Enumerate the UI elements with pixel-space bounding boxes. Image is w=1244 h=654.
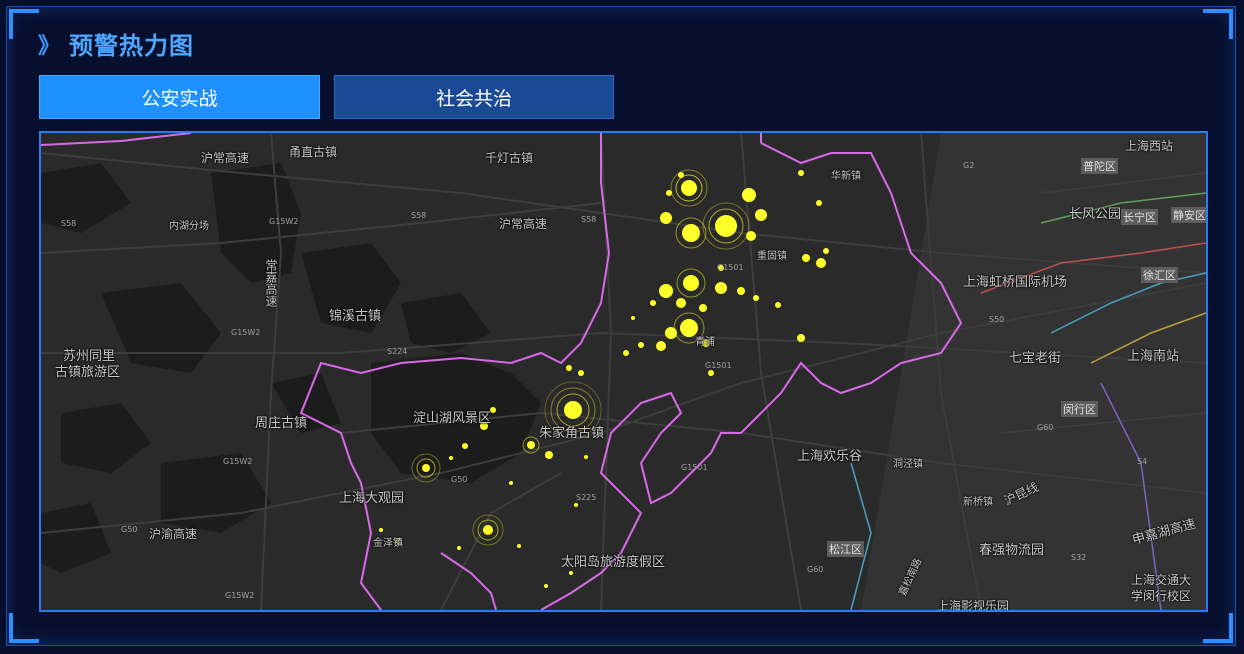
road-shield: G50 [121, 525, 138, 534]
map-label: 新桥镇 [963, 497, 993, 508]
map-label: 七宝老街 [1009, 351, 1062, 366]
district-label: 静安区 [1171, 207, 1206, 223]
frame-corner-bottom-right [1203, 613, 1233, 643]
map-label: 上海虹桥国际机场 [963, 275, 1068, 290]
frame-corner-top-left [9, 9, 39, 39]
map-label: 朱家角古镇 [539, 426, 605, 441]
road-shield: G60 [1037, 423, 1054, 432]
map-label: 沪渝高速 [149, 527, 198, 541]
map-label: 淀山湖风景区 [413, 411, 492, 426]
district-label: 长宁区 [1121, 209, 1158, 225]
map-label: 上海大观园 [339, 491, 405, 506]
map-label: 华新镇 [831, 171, 861, 182]
road-shield: G15W2 [269, 217, 299, 226]
road-shield: G1501 [681, 463, 708, 472]
map-label: 甬直古镇 [289, 145, 338, 159]
road-shield: S50 [989, 315, 1005, 324]
road-shield: G15W2 [223, 457, 253, 466]
road-shield: G2 [963, 161, 975, 170]
map-label: 太阳岛旅游度假区 [561, 555, 666, 570]
map-label: 内湖分场 [169, 221, 209, 232]
map-label: 锦溪古镇 [329, 309, 382, 324]
frame-corner-bottom-left [9, 613, 39, 643]
heatmap-panel: 》 预警热力图 公安实战 社会共治 沪常高速 甬直古镇 千灯古镇 S58 内湖分… [0, 0, 1244, 654]
map-label: 上海交通大 [1131, 573, 1192, 587]
map-label: 学闵行校区 [1131, 589, 1192, 603]
map-label: 上海南站 [1127, 349, 1180, 364]
tab-social-governance[interactable]: 社会共治 [334, 75, 614, 119]
road-shield: G1501 [705, 361, 732, 370]
map-label: 上海影视乐园 [937, 599, 1010, 612]
map-label: 青浦 [695, 337, 715, 348]
map-label: 洞泾镇 [893, 459, 923, 470]
road-shield: G60 [807, 565, 824, 574]
map-label: 周庄古镇 [255, 416, 308, 431]
map-label: 常嘉高速 [264, 259, 278, 307]
tab-label: 公安实战 [141, 87, 218, 110]
road-shield: S32 [1071, 553, 1087, 562]
map-label: 春强物流园 [979, 543, 1045, 558]
map-label: 沪常高速 [201, 151, 250, 165]
map-label: 沪常高速 [499, 217, 548, 231]
road-shield: S58 [61, 219, 77, 228]
double-chevron-icon: 》 [38, 33, 62, 59]
tab-label: 社会共治 [435, 87, 512, 110]
panel-title: 》 预警热力图 [38, 26, 194, 61]
map-label: 长风公园 [1069, 207, 1122, 222]
district-label: 闵行区 [1061, 401, 1098, 417]
road-shield: G1501 [717, 263, 744, 272]
district-label: 普陀区 [1081, 158, 1118, 174]
road-shield: G15W2 [231, 328, 261, 337]
road-shield: S58 [581, 215, 597, 224]
map-label: 重固镇 [757, 251, 787, 262]
map-label: 金泽镇 [373, 538, 403, 549]
map-label: 古镇旅游区 [55, 365, 121, 380]
road-shield: S58 [411, 211, 427, 220]
map-label: 千灯古镇 [485, 151, 534, 165]
district-label: 松江区 [827, 541, 864, 557]
map-label: 上海欢乐谷 [797, 449, 863, 464]
district-label: 徐汇区 [1141, 267, 1178, 283]
road-shield: S225 [576, 493, 597, 502]
road-shield: G15W2 [225, 591, 255, 600]
frame-corner-top-right [1203, 9, 1233, 39]
map-label: 上海西站 [1125, 139, 1174, 153]
road-shield: G50 [451, 475, 468, 484]
panel-title-text: 预警热力图 [69, 32, 195, 60]
road-shield: S224 [387, 347, 408, 356]
road-shield: S4 [1137, 457, 1148, 466]
heatmap-map[interactable]: 沪常高速 甬直古镇 千灯古镇 S58 内湖分场 G15W2 S58 沪常高速 S… [39, 131, 1208, 612]
tab-police-operations[interactable]: 公安实战 [39, 75, 320, 119]
